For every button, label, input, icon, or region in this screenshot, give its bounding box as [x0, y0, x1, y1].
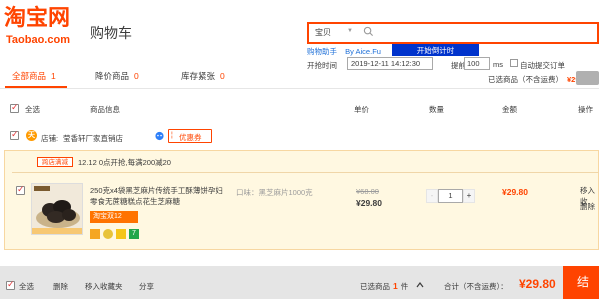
footer-select-all-label[interactable]: 全选 — [19, 281, 34, 292]
selected-count-value: 1 — [393, 281, 398, 291]
select-all-label: 全选 — [25, 105, 40, 114]
start-time-input[interactable]: 2019-12-11 14:12:30 — [347, 57, 433, 70]
search-icon — [363, 26, 374, 37]
settle-button[interactable]: 结 — [563, 266, 599, 299]
column-quantity: 数量 — [429, 105, 444, 114]
service-icon[interactable] — [116, 229, 126, 239]
page-title: 购物车 — [90, 25, 132, 41]
tmall-shop-icon: 天 — [26, 130, 37, 141]
coupon-label: 优惠券 — [179, 133, 202, 142]
tab-price-drop[interactable]: 降价商品 0 — [95, 70, 139, 82]
helper-author: By Aice.Fu — [345, 47, 381, 56]
footer-total-label: 合计（不含运费）： — [444, 282, 508, 291]
promo-divider — [12, 172, 599, 173]
selected-summary-label: 已选商品（不含运费） — [488, 75, 563, 84]
shop-label: 店铺: — [41, 134, 59, 143]
tab-label: 库存紧张 — [181, 71, 216, 81]
ahead-ms-input[interactable]: 100 — [464, 57, 490, 70]
start-countdown-button[interactable]: 开始倒计时 — [392, 44, 479, 56]
ms-unit-label: ms — [493, 60, 503, 69]
tab-low-stock[interactable]: 库存紧张 0 — [181, 70, 225, 82]
footer-delete-link[interactable]: 删除 — [53, 281, 68, 292]
tab-count: 0 — [220, 71, 225, 81]
footer-select-all-checkbox[interactable] — [6, 279, 15, 290]
tab-count: 0 — [134, 71, 139, 81]
select-all-checkbox[interactable] — [10, 102, 19, 113]
coupon-button[interactable]: ¦ 优惠券 — [168, 129, 212, 143]
auto-submit-checkbox[interactable] — [510, 59, 518, 67]
auto-submit-label: 自动提交订单 — [520, 61, 565, 70]
footer-move-favorites-link[interactable]: 移入收藏夹 — [85, 281, 123, 292]
column-operation: 操作 — [578, 105, 593, 114]
shop-name-link[interactable]: 莹香轩厂家直销店 — [63, 133, 123, 144]
item-checkbox[interactable] — [16, 184, 25, 195]
taobao-logo-en[interactable]: Taobao.com — [6, 34, 70, 46]
service-icon[interactable] — [103, 229, 113, 239]
chevron-up-icon[interactable] — [416, 281, 424, 289]
sku-info[interactable]: 口味：黑芝麻片1000克 — [236, 187, 313, 198]
product-image — [32, 184, 82, 234]
product-title-link[interactable]: 250克x4袋黑芝麻片传统手工酥薄饼孕妇零食无蔗糖糕点花生芝麻糖 — [90, 185, 230, 207]
taobao-logo[interactable]: 淘宝网 — [4, 7, 70, 31]
footer-total-price: ¥29.80 — [519, 277, 556, 291]
selected-label-post: 件 — [400, 282, 409, 291]
helper-name: 购物助手 — [307, 47, 337, 56]
search-box[interactable]: 宝贝 ▼ — [307, 22, 599, 44]
double12-badge: 淘宝双12 — [90, 211, 138, 223]
quantity-increase-button[interactable]: + — [463, 189, 475, 203]
footer-selected-count[interactable]: 已选商品 1 件 — [360, 281, 408, 292]
start-time-label: 开抢时间 — [307, 61, 337, 70]
footer-share-link[interactable]: 分享 — [139, 281, 154, 292]
column-amount: 金额 — [502, 105, 517, 114]
quantity-input[interactable]: 1 — [438, 189, 463, 203]
original-price: ¥68.00 — [356, 187, 379, 196]
seven-day-return-icon[interactable]: 7 — [129, 229, 139, 239]
product-thumbnail[interactable] — [31, 183, 83, 235]
shop-checkbox[interactable] — [10, 129, 19, 140]
quantity-decrease-button[interactable]: - — [426, 189, 438, 203]
selected-label-pre: 已选商品 — [360, 282, 390, 291]
promo-tag[interactable]: 跨店满减 — [37, 157, 73, 167]
wangwang-chat-icon[interactable] — [154, 131, 165, 141]
item-amount: ¥29.80 — [502, 187, 528, 197]
column-info: 商品信息 — [90, 105, 120, 114]
delete-item-link[interactable]: 删除 — [580, 201, 595, 212]
tab-all-items[interactable]: 全部商品 1 — [12, 70, 56, 82]
search-type-select[interactable]: 宝贝 — [315, 27, 331, 38]
tab-count: 1 — [51, 71, 56, 81]
column-unit-price: 单价 — [354, 105, 369, 114]
tabs-divider — [0, 88, 599, 89]
unit-price: ¥29.80 — [356, 198, 382, 208]
selected-summary: 已选商品（不含运费）¥29.80 — [488, 74, 590, 85]
settle-button-top[interactable] — [576, 71, 599, 85]
chevron-down-icon[interactable]: ▼ — [347, 28, 353, 34]
service-icon[interactable] — [90, 229, 100, 239]
tab-label: 降价商品 — [95, 71, 130, 81]
coupon-icon: ¦ — [171, 132, 173, 139]
tab-label: 全部商品 — [12, 71, 47, 81]
helper-title: 购物助手 By Aice.Fu — [307, 46, 381, 57]
promo-text: 12.12 0点开抢,每满200减20 — [78, 158, 171, 167]
